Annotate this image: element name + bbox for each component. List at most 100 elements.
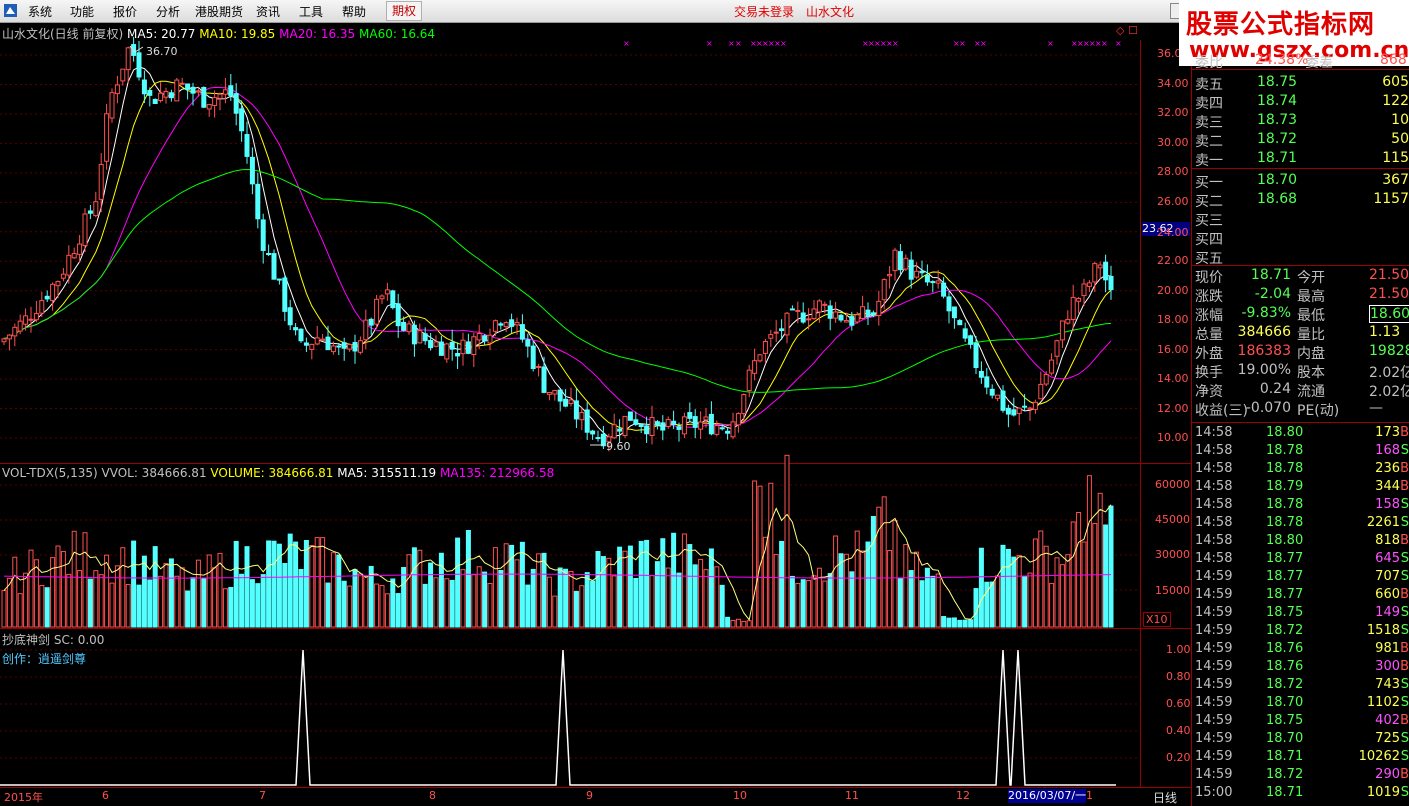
volume-bar bbox=[244, 546, 250, 628]
menu-tools[interactable]: 工具 bbox=[299, 3, 323, 20]
tick-row[interactable]: 14:58 18.78 236 B bbox=[1192, 461, 1409, 479]
candle-body bbox=[860, 306, 866, 319]
tick-row[interactable]: 14:58 18.80 173 B bbox=[1192, 425, 1409, 443]
vvol-label: VVOL: 384666.81 bbox=[101, 466, 207, 480]
volume-bar bbox=[887, 550, 893, 628]
candle-body bbox=[136, 52, 142, 78]
period-label[interactable]: 日线 bbox=[1153, 789, 1177, 806]
stat-label: 内盘 bbox=[1297, 346, 1325, 362]
tick-row[interactable]: 14:59 18.70 725 S bbox=[1192, 731, 1409, 749]
candle-body bbox=[471, 336, 477, 355]
candle-body bbox=[487, 334, 493, 344]
volume-bar bbox=[600, 556, 606, 628]
vol-y-tick: 30000 bbox=[1155, 548, 1190, 561]
volume-bar bbox=[374, 583, 380, 628]
volume-bar bbox=[201, 578, 207, 628]
tick-row[interactable]: 14:58 18.78 158 S bbox=[1192, 497, 1409, 515]
ma5-label: MA5: 20.77 bbox=[127, 27, 196, 41]
candle-body bbox=[692, 416, 698, 428]
tick-row[interactable]: 14:59 18.75 149 S bbox=[1192, 605, 1409, 623]
tick-row[interactable]: 15:00 18.71 1019 S bbox=[1192, 785, 1409, 803]
candle-body bbox=[1081, 283, 1087, 297]
volume-bar bbox=[579, 585, 585, 628]
volume-bar bbox=[1081, 541, 1087, 628]
volume-bar bbox=[174, 575, 180, 628]
tick-time: 14:59 bbox=[1195, 605, 1233, 620]
volume-bar bbox=[957, 619, 963, 628]
menu-help[interactable]: 帮助 bbox=[342, 3, 366, 20]
panel-toggle-icon[interactable]: ◇ ☐ bbox=[1116, 24, 1138, 37]
tick-row[interactable]: 14:58 18.80 818 B bbox=[1192, 533, 1409, 551]
volume-bar bbox=[168, 558, 174, 628]
volume-bar bbox=[136, 584, 142, 628]
tick-row[interactable]: 14:58 18.78 2261 S bbox=[1192, 515, 1409, 533]
candle-body bbox=[1059, 320, 1065, 341]
tick-row[interactable]: 14:59 18.72 1518 S bbox=[1192, 623, 1409, 641]
ma10-label: MA10: 19.85 bbox=[199, 27, 276, 41]
menu-hk-futures[interactable]: 港股期货 bbox=[195, 3, 243, 20]
ask-row[interactable]: 卖三 18.73 10 bbox=[1195, 112, 1409, 132]
volume-bar bbox=[714, 566, 720, 628]
tick-row[interactable]: 14:59 18.72 290 B bbox=[1192, 767, 1409, 785]
ask-label: 卖三 bbox=[1195, 115, 1223, 131]
candle-body bbox=[17, 320, 23, 332]
candle-body bbox=[908, 259, 914, 280]
bid-row[interactable]: 买一 18.70 367 bbox=[1195, 172, 1409, 192]
candle-body bbox=[800, 312, 806, 323]
menu-analysis[interactable]: 分析 bbox=[156, 3, 180, 20]
candle-body bbox=[6, 334, 12, 340]
volume-bar bbox=[827, 573, 833, 628]
stock-title: 山水文化(日线 前复权) bbox=[2, 27, 124, 41]
tick-row[interactable]: 14:59 18.71 10262 S bbox=[1192, 749, 1409, 767]
tick-row[interactable]: 14:59 18.75 402 B bbox=[1192, 713, 1409, 731]
candle-body bbox=[757, 354, 763, 362]
stat-value: 2.02亿 bbox=[1369, 365, 1409, 381]
candle-body bbox=[492, 320, 498, 332]
volume-bar bbox=[1070, 521, 1076, 628]
signal-mark: × bbox=[780, 39, 787, 48]
main-panel-title: 山水文化(日线 前复权) MA5: 20.77 MA10: 19.85 MA20… bbox=[2, 25, 435, 42]
bid-row[interactable]: 买四 bbox=[1195, 229, 1409, 249]
tick-side: S bbox=[1400, 677, 1409, 692]
tick-row[interactable]: 14:59 18.72 743 S bbox=[1192, 677, 1409, 695]
bid-row[interactable]: 买二 18.68 1157 bbox=[1195, 191, 1409, 211]
login-status[interactable]: 交易未登录 bbox=[734, 3, 794, 20]
ask-row[interactable]: 卖二 18.72 50 bbox=[1195, 131, 1409, 151]
menu-system[interactable]: 系统 bbox=[28, 3, 52, 20]
tick-row[interactable]: 14:58 18.77 645 S bbox=[1192, 551, 1409, 569]
bid-row[interactable]: 买三 bbox=[1195, 210, 1409, 230]
stat-row: 外盘 186383 内盘 198283 bbox=[1195, 343, 1409, 363]
tick-row[interactable]: 14:59 18.70 1102 S bbox=[1192, 695, 1409, 713]
y-tick: 18.00 bbox=[1157, 313, 1189, 326]
menu-news[interactable]: 资讯 bbox=[256, 3, 280, 20]
volume-bar bbox=[336, 554, 342, 628]
candle-body bbox=[411, 324, 417, 345]
menu-quote[interactable]: 报价 bbox=[113, 3, 137, 20]
tick-row[interactable]: 14:58 18.78 168 S bbox=[1192, 443, 1409, 461]
stat-label: 外盘 bbox=[1195, 346, 1223, 362]
volume-bar bbox=[87, 578, 93, 628]
ask-row[interactable]: 卖一 18.71 115 bbox=[1195, 150, 1409, 170]
volume-bar bbox=[395, 593, 401, 628]
volume-bar bbox=[363, 575, 369, 628]
app-logo-icon bbox=[4, 4, 17, 17]
volume-bar bbox=[314, 537, 320, 628]
volume-bar bbox=[968, 619, 974, 628]
x-tick: 12 bbox=[956, 789, 970, 802]
tick-time: 14:58 bbox=[1195, 533, 1233, 548]
ma5-line bbox=[3, 66, 1112, 439]
volume-bar bbox=[908, 570, 914, 628]
ask-row[interactable]: 卖五 18.75 605 bbox=[1195, 74, 1409, 94]
tick-row[interactable]: 14:59 18.77 707 S bbox=[1192, 569, 1409, 587]
tick-row[interactable]: 14:59 18.76 981 B bbox=[1192, 641, 1409, 659]
y-tick: 20.00 bbox=[1157, 284, 1189, 297]
menu-options[interactable]: 期权 bbox=[386, 1, 423, 21]
candle-body bbox=[552, 389, 558, 395]
kline-chart[interactable]: × × × × × × × × × × × × × × × × × × × × × × × × × × × × bbox=[0, 22, 1192, 806]
menu-function[interactable]: 功能 bbox=[70, 3, 94, 20]
tick-row[interactable]: 14:59 18.76 300 B bbox=[1192, 659, 1409, 677]
ask-row[interactable]: 卖四 18.74 122 bbox=[1195, 93, 1409, 113]
tick-row[interactable]: 14:59 18.77 660 B bbox=[1192, 587, 1409, 605]
volume-bar bbox=[82, 532, 88, 628]
tick-row[interactable]: 14:58 18.79 344 B bbox=[1192, 479, 1409, 497]
